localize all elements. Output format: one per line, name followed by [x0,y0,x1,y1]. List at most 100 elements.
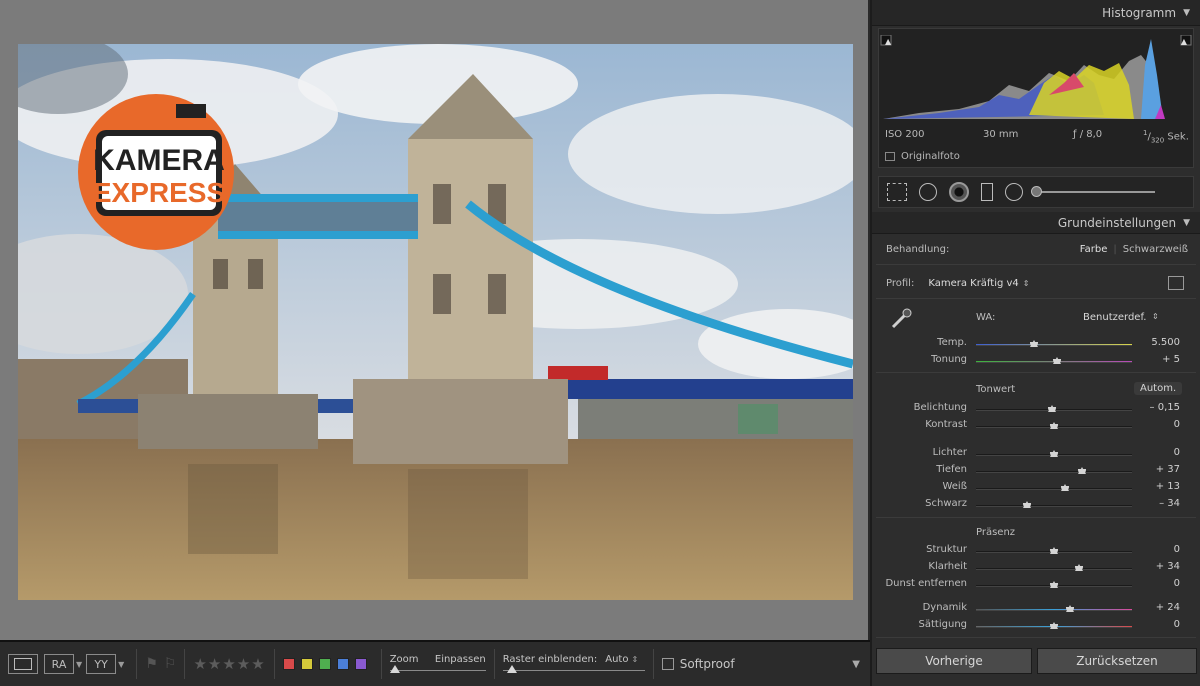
softproof-label: Softproof [679,657,735,671]
grid-value[interactable]: Auto [605,654,628,665]
slider-track[interactable] [976,405,1132,412]
updown-icon[interactable]: ⇕ [1023,279,1030,288]
slider-track[interactable] [976,484,1132,491]
slider-track[interactable] [976,450,1132,457]
zoom-slider-thumb[interactable] [389,664,400,673]
slider-track[interactable] [976,422,1132,429]
slider-value[interactable]: 0 [1174,419,1180,430]
slider-value[interactable]: 0 [1174,544,1180,555]
slider-value[interactable]: 0 [1174,578,1180,589]
slider-thumb[interactable] [1023,501,1032,508]
red-eye-icon[interactable] [949,182,969,202]
profile-browser-grid-icon[interactable] [1168,276,1184,290]
slider-thumb[interactable] [1048,405,1057,412]
color-label-green[interactable] [318,658,331,670]
slider-value[interactable]: 5.500 [1151,337,1180,348]
collapse-triangle-icon[interactable]: ▼ [1183,8,1190,18]
slider-thumb[interactable] [1029,340,1038,347]
auto-tone-button[interactable]: Autom. [1134,382,1183,395]
brush-slider-thumb[interactable] [1031,186,1042,197]
star-icon[interactable]: ★ [222,655,235,673]
zoom-slider[interactable] [389,664,486,675]
treatment-row: Behandlung: Farbe | Schwarzweiß [878,240,1194,258]
tool-strip [878,176,1194,208]
toolbar-menu-chevron-icon[interactable]: ▼ [852,659,860,670]
slider-track[interactable] [976,564,1132,571]
star-icon[interactable]: ★ [251,655,264,673]
divider [876,517,1196,518]
previous-button[interactable]: Vorherige [876,648,1032,674]
slider-track[interactable] [976,467,1132,474]
slider-value[interactable]: + 24 [1156,602,1180,613]
grid-slider-thumb[interactable] [506,664,517,673]
spot-removal-icon[interactable] [919,183,937,201]
color-label-blue[interactable] [336,658,349,670]
histogram[interactable]: ▲ ▲ ISO 200 30 mm ƒ / 8,0 1/320 Sek. Ori… [878,28,1194,168]
brush-slider[interactable] [1031,186,1155,197]
slider-thumb[interactable] [1060,484,1069,491]
treatment-bw-option[interactable]: Schwarzweiß [1123,244,1188,255]
aperture: ƒ / 8,0 [1073,129,1103,140]
slider-value[interactable]: – 34 [1159,498,1180,509]
slider-thumb[interactable] [1053,357,1062,364]
loupe-view-button[interactable] [8,654,38,674]
slider-thumb[interactable] [1050,581,1058,588]
reject-flag-icon[interactable]: ⚐ [164,656,177,672]
slider-thumb[interactable] [1074,564,1083,571]
grid-slider[interactable] [502,664,645,675]
slider-track[interactable] [976,605,1132,612]
photo-preview[interactable]: KAMERA EXPRESS [18,44,853,600]
slider-value[interactable]: 0 [1174,447,1180,458]
color-label-red[interactable] [282,658,295,670]
updown-icon[interactable]: ⇕ [1152,312,1159,321]
slider-value[interactable]: + 34 [1156,561,1180,572]
slider-value[interactable]: – 0,15 [1150,402,1180,413]
chevron-down-icon[interactable]: ▼ [76,660,82,669]
slider-track[interactable] [976,622,1132,629]
radial-filter-icon[interactable] [1005,183,1023,201]
slider-label: Klarheit [928,561,967,572]
collapse-triangle-icon[interactable]: ▼ [1183,218,1190,228]
slider-track[interactable] [976,340,1132,347]
color-label-purple[interactable] [354,658,367,670]
slider-track[interactable] [976,501,1132,508]
wb-select[interactable]: Benutzerdef. [1083,312,1146,323]
chevron-down-icon[interactable]: ▼ [118,660,124,669]
profile-select[interactable]: Kamera Kräftig v4 [928,278,1018,289]
reset-button[interactable]: Zurücksetzen [1037,648,1197,674]
before-after-yy-button[interactable]: YY [86,654,117,674]
original-photo-icon[interactable] [885,152,895,161]
slider-thumb[interactable] [1065,605,1074,612]
slider-value[interactable]: + 5 [1162,354,1180,365]
flag-icon[interactable]: ⚑ [145,656,158,672]
slider-value[interactable]: + 13 [1156,481,1180,492]
slider-thumb[interactable] [1050,547,1058,554]
basic-header[interactable]: Grundeinstellungen ▼ [872,212,1200,234]
slider-value[interactable]: + 37 [1156,464,1180,475]
before-after-ra-button[interactable]: RA [44,654,74,674]
histogram-header[interactable]: Histogramm ▼ [872,0,1200,26]
slider-thumb[interactable] [1050,422,1058,429]
eyedropper-icon[interactable] [888,306,914,332]
slider-track[interactable] [976,357,1132,364]
updown-icon[interactable]: ⇕ [631,655,638,664]
histogram-title: Histogramm [1102,5,1177,20]
slider-track[interactable] [976,581,1132,588]
star-icon[interactable]: ★ [193,655,206,673]
star-icon[interactable]: ★ [208,655,221,673]
graduated-filter-icon[interactable] [981,183,993,201]
treatment-color-option[interactable]: Farbe [1080,244,1108,255]
slider-thumb[interactable] [1050,622,1058,629]
color-label-yellow[interactable] [300,658,313,670]
slider-thumb[interactable] [1078,467,1087,474]
softproof-checkbox[interactable] [661,658,674,670]
highlight-clip-triangle-icon[interactable]: ▲ [1181,37,1187,46]
zoom-value[interactable]: Einpassen [435,654,486,665]
crop-tool-icon[interactable] [887,183,907,201]
iso-value: ISO 200 [885,129,925,140]
shadow-clip-triangle-icon[interactable]: ▲ [885,37,891,46]
slider-track[interactable] [976,547,1132,554]
star-icon[interactable]: ★ [237,655,250,673]
slider-thumb[interactable] [1050,450,1058,457]
slider-value[interactable]: 0 [1174,619,1180,630]
